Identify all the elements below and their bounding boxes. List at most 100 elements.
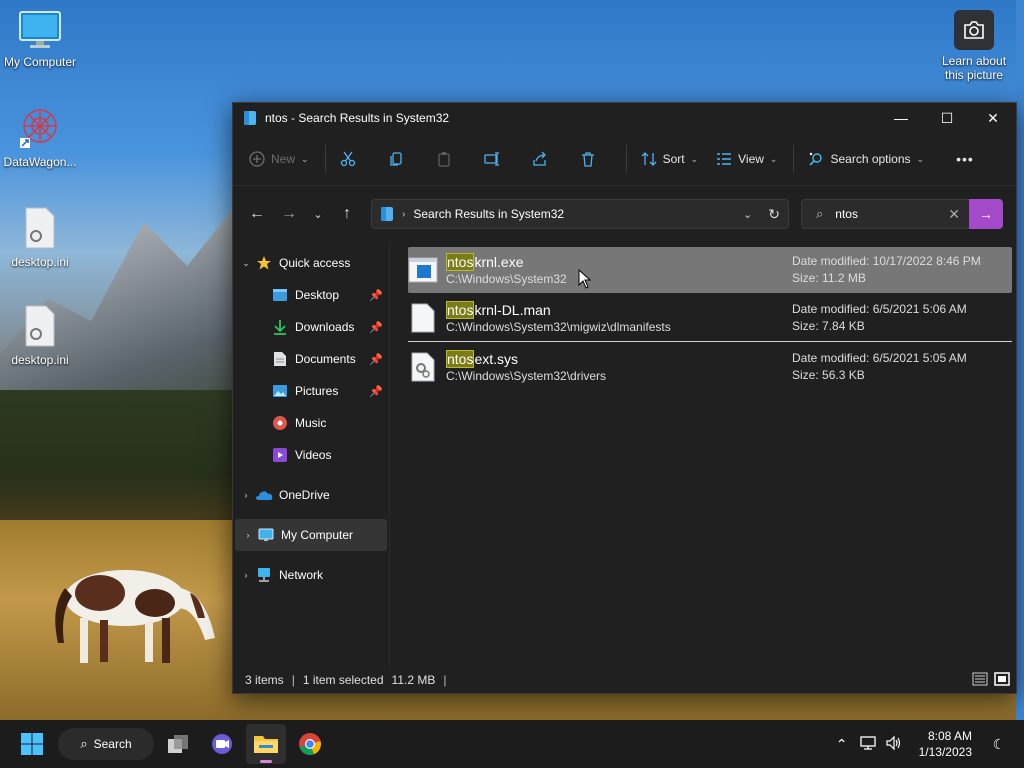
monitor-icon	[19, 11, 61, 48]
rename-button[interactable]	[476, 143, 508, 175]
system-file-icon	[408, 352, 438, 382]
details-view-icon[interactable]	[972, 671, 988, 687]
file-explorer-taskbar-button[interactable]	[246, 724, 286, 764]
nav-item-desktop[interactable]: Desktop 📌	[233, 279, 389, 311]
clear-search-icon[interactable]: ✕	[948, 206, 960, 223]
refresh-icon[interactable]: ↻	[768, 206, 780, 223]
volume-icon[interactable]	[881, 735, 907, 754]
task-view-button[interactable]	[158, 724, 198, 764]
result-row-ntoskrnl-dl-man[interactable]: ntoskrnl-DL.man C:\Windows\System32\migw…	[408, 295, 1012, 341]
desktop-icon-desktop-ini-1[interactable]: desktop.ini	[0, 206, 80, 269]
search-box: ⌕ ✕ →	[801, 199, 1003, 229]
search-options-label: Search options	[830, 152, 911, 166]
chevron-right-icon[interactable]: ›	[237, 490, 255, 500]
chevron-down-icon: ⌄	[313, 208, 323, 221]
file-name: ntosext.sys	[446, 350, 519, 368]
view-button[interactable]: View ⌄	[708, 143, 785, 175]
chevron-down-icon: ⌄	[301, 153, 309, 164]
desktop-icon-datawagon[interactable]: DataWagon...	[0, 106, 80, 169]
delete-button[interactable]	[572, 143, 604, 175]
file-path: C:\Windows\System32\drivers	[446, 369, 607, 383]
new-label: New	[271, 152, 296, 166]
chevron-down-icon[interactable]: ⌄	[237, 258, 255, 269]
nav-item-music[interactable]: Music	[233, 407, 389, 439]
focus-assist-icon[interactable]: ☾	[986, 736, 1012, 753]
nav-item-pictures[interactable]: Pictures 📌	[233, 375, 389, 407]
taskbar-search-label: Search	[93, 737, 132, 751]
nav-label: Desktop	[295, 288, 340, 302]
file-name: ntoskrnl-DL.man	[446, 301, 551, 319]
pin-icon: 📌	[369, 289, 383, 302]
arrow-right-icon: →	[979, 206, 993, 222]
scissors-icon	[340, 151, 355, 167]
more-options-button[interactable]: •••	[948, 143, 982, 175]
file-size: 56.3 KB	[822, 368, 865, 382]
chrome-taskbar-button[interactable]	[290, 724, 330, 764]
chevron-up-icon[interactable]: ⌃	[829, 736, 855, 753]
nav-item-my-computer[interactable]: › My Computer	[235, 519, 387, 551]
recent-locations-button[interactable]: ⌄	[305, 198, 331, 230]
nav-item-network[interactable]: › Network	[233, 559, 389, 591]
up-button[interactable]: ↑	[331, 198, 363, 230]
meet-chat-button[interactable]	[202, 724, 242, 764]
desktop-icon-desktop-ini-2[interactable]: desktop.ini	[0, 304, 80, 367]
cut-button[interactable]	[332, 143, 364, 175]
clipboard-icon	[437, 152, 450, 167]
file-meta: Date modified: 10/17/2022 8:46 PM Size: …	[792, 254, 981, 285]
mouse-cursor-icon	[578, 269, 592, 289]
share-button[interactable]	[524, 143, 556, 175]
sort-button[interactable]: Sort ⌄	[633, 143, 707, 175]
close-button[interactable]: ✕	[970, 103, 1016, 133]
search-input[interactable]	[833, 206, 934, 222]
nav-item-quick-access[interactable]: ⌄ Quick access	[233, 247, 389, 279]
camera-icon	[964, 21, 984, 39]
nav-item-onedrive[interactable]: › OneDrive	[233, 479, 389, 511]
minimize-button[interactable]: —	[878, 103, 924, 133]
navigation-pane: ⌄ Quick access Desktop 📌 Downloads 📌 Doc…	[233, 243, 390, 667]
desktop-icon-my-computer[interactable]: My Computer	[0, 10, 80, 69]
network-tray-icon[interactable]	[855, 735, 881, 754]
result-row-ntoskrnl-exe[interactable]: ntoskrnl.exe C:\Windows\System32 Date mo…	[408, 247, 1012, 293]
nav-label: Documents	[295, 352, 356, 366]
search-go-button[interactable]: →	[969, 199, 1003, 229]
arrow-up-icon: ↑	[343, 205, 351, 222]
settings-file-icon	[25, 207, 55, 249]
back-button[interactable]: ←	[241, 198, 273, 230]
address-dropdown-icon[interactable]: ⌄	[743, 208, 752, 221]
chrome-icon	[299, 733, 321, 756]
title-bar[interactable]: ntos - Search Results in System32 — ☐ ✕	[233, 103, 1016, 133]
search-options-button[interactable]: Search options ⌄	[800, 143, 932, 175]
clock-time: 8:08 AM	[927, 729, 972, 743]
clock[interactable]: 8:08 AM 1/13/2023	[919, 728, 972, 760]
nav-label: My Computer	[281, 528, 354, 542]
start-button[interactable]	[12, 724, 52, 764]
breadcrumb-chevron-icon[interactable]: ›	[402, 209, 405, 220]
forward-button[interactable]: →	[273, 198, 305, 230]
taskbar-search[interactable]: ⌕ Search	[58, 728, 154, 760]
window-title: ntos - Search Results in System32	[265, 111, 450, 125]
maximize-button[interactable]: ☐	[924, 103, 970, 133]
desktop-icon-label: My Computer	[3, 55, 77, 69]
copy-button[interactable]	[380, 143, 412, 175]
learn-about-picture[interactable]: Learn about this picture	[934, 10, 1014, 82]
item-count: 3 items	[245, 673, 284, 687]
chevron-right-icon[interactable]: ›	[239, 530, 257, 540]
chevron-right-icon[interactable]: ›	[237, 570, 255, 580]
match-highlight: ntos	[446, 253, 475, 271]
address-bar[interactable]: › Search Results in System32 ⌄ ↻	[371, 199, 789, 229]
network-icon	[255, 566, 273, 584]
nav-item-downloads[interactable]: Downloads 📌	[233, 311, 389, 343]
selection-count: 1 item selected	[302, 673, 384, 687]
tiles-view-icon[interactable]	[994, 671, 1010, 687]
result-row-ntosext-sys[interactable]: ntosext.sys C:\Windows\System32\drivers …	[408, 344, 1012, 390]
date-modified: 6/5/2021 5:05 AM	[872, 351, 967, 365]
windows-logo-icon	[21, 733, 43, 755]
paste-button[interactable]	[428, 143, 460, 175]
new-button[interactable]: New ⌄	[241, 143, 317, 175]
wallpaper-sky-edge	[1016, 0, 1024, 720]
monitor-icon	[257, 526, 275, 544]
search-results-icon	[244, 111, 256, 125]
file-size: 11.2 MB	[822, 271, 866, 285]
nav-item-documents[interactable]: Documents 📌	[233, 343, 389, 375]
nav-item-videos[interactable]: Videos	[233, 439, 389, 471]
